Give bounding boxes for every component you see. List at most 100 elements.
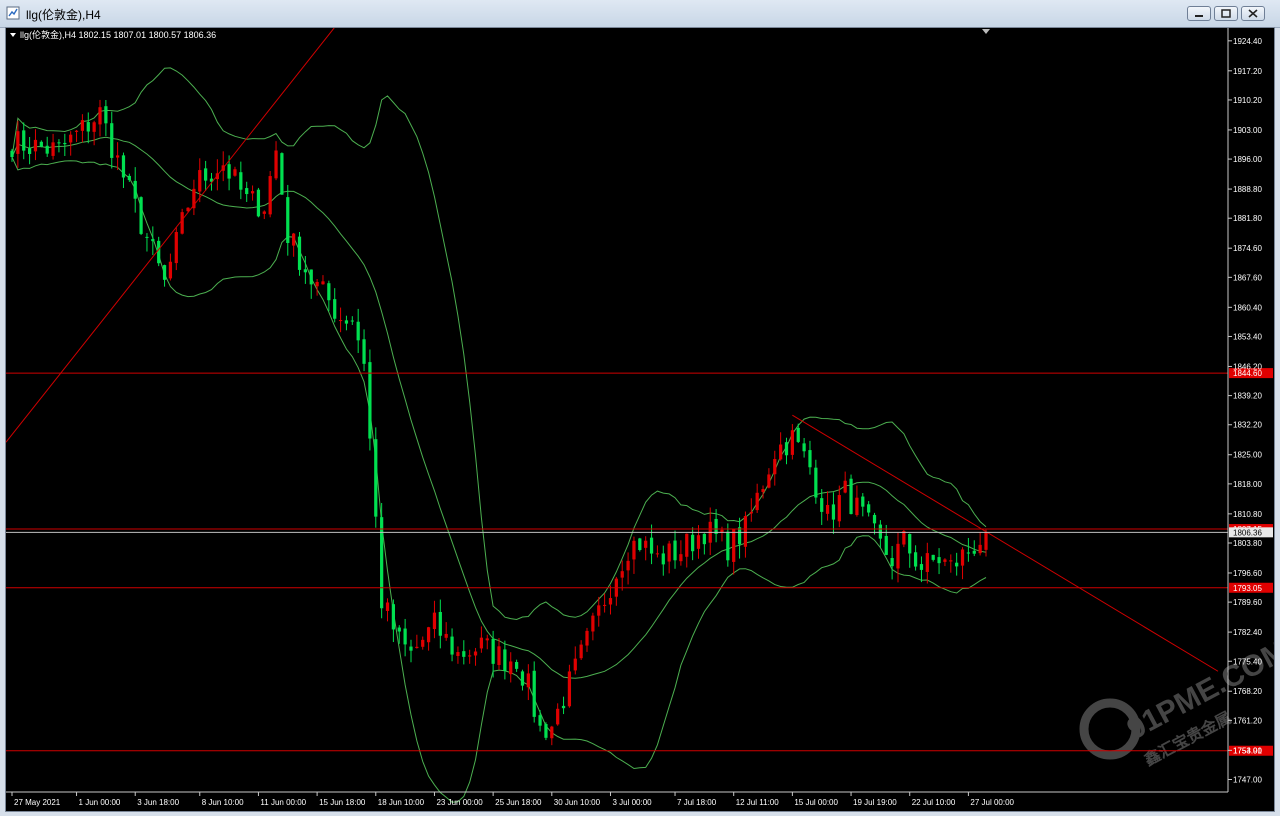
time-tick-label: 3 Jul 00:00 (612, 798, 652, 807)
info-dropdown-icon[interactable] (10, 33, 16, 37)
candle-body (456, 652, 460, 656)
candle-body (984, 532, 988, 550)
candle-body (790, 430, 794, 455)
candle-body (415, 646, 419, 649)
candle-body (39, 141, 43, 147)
candle-body (274, 150, 278, 179)
candle-body (92, 122, 96, 132)
time-tick-label: 12 Jul 11:00 (736, 798, 780, 807)
bollinger-bands (11, 67, 987, 803)
maximize-button[interactable] (1214, 6, 1238, 21)
candle-body (550, 726, 554, 739)
candle-body (544, 724, 548, 738)
close-price-label: 1806.36 (1233, 528, 1262, 537)
candle-body (714, 518, 718, 535)
candle-body (820, 498, 824, 512)
candle-body (110, 123, 114, 158)
candle-body (333, 299, 337, 319)
time-tick-label: 23 Jun 00:00 (436, 798, 483, 807)
price-tick-label: 1796.60 (1233, 569, 1262, 578)
candle-body (925, 553, 929, 572)
candle-body (198, 170, 202, 192)
candle-body (902, 531, 906, 545)
candle-body (397, 627, 401, 632)
time-tick-label: 1 Jun 00:00 (79, 798, 121, 807)
chart-window-icon (6, 6, 20, 20)
level-price-label: 1793.05 (1233, 584, 1262, 593)
candle-body (86, 122, 90, 132)
candle-body (444, 633, 448, 638)
candle-body (174, 232, 178, 264)
candle-body (450, 636, 454, 655)
minimize-button[interactable] (1187, 6, 1211, 21)
candle-body (603, 604, 607, 606)
candle-body (931, 554, 935, 560)
price-tick-label: 1896.00 (1233, 155, 1262, 164)
candle-body (761, 489, 765, 492)
candle-body (532, 670, 536, 717)
candle-body (315, 281, 319, 287)
candle-body (262, 211, 266, 214)
price-tick-label: 1768.20 (1233, 687, 1262, 696)
candle-body (256, 189, 261, 217)
candle-body (380, 517, 384, 609)
chart-window[interactable]: 91PME.COM 鑫汇宝贵金属 1844.601807.151793.0517… (5, 0, 1280, 812)
candle-body (344, 320, 349, 324)
candle-body (732, 529, 736, 562)
candle-body (867, 504, 871, 513)
candle-body (520, 671, 525, 686)
candle-body (913, 552, 918, 567)
price-tick-label: 1754.00 (1233, 746, 1262, 755)
price-chart[interactable]: 91PME.COM 鑫汇宝贵金属 1844.601807.151793.0517… (5, 0, 1280, 811)
candle-body (978, 544, 982, 554)
candle-body (438, 611, 442, 636)
candle-body (51, 142, 55, 156)
price-tick-label: 1747.00 (1233, 776, 1262, 785)
candle-body (755, 492, 759, 511)
chart-info-line: llg(伦敦金),H4 1802.15 1807.01 1800.57 1806… (20, 29, 216, 40)
candle-body (667, 543, 671, 562)
candle-body (526, 673, 530, 688)
candle-body (98, 107, 102, 125)
candle-body (955, 562, 959, 567)
price-tick-label: 1789.60 (1233, 598, 1262, 607)
trend-lines (5, 0, 1219, 672)
candle-body (403, 628, 407, 645)
candle-body (579, 644, 583, 659)
candle-body (861, 496, 865, 507)
time-tick-label: 30 Jun 10:00 (554, 798, 601, 807)
candle-body (743, 516, 748, 547)
candle-body (896, 543, 900, 569)
shift-marker-icon[interactable] (982, 29, 990, 34)
price-tick-label: 1825.00 (1233, 451, 1262, 460)
candle-body (356, 321, 360, 341)
candle-body (16, 131, 20, 154)
candle-body (638, 538, 642, 550)
maximize-icon (1221, 9, 1231, 18)
candle-body (884, 535, 888, 555)
candle-body (802, 443, 806, 452)
time-tick-label: 15 Jul 00:00 (794, 798, 838, 807)
candle-body (280, 153, 284, 195)
candle-body (63, 142, 67, 145)
bollinger-upper-line (11, 67, 987, 621)
candle-body (338, 320, 343, 322)
time-tick-label: 3 Jun 18:00 (137, 798, 179, 807)
candle-body (239, 172, 243, 190)
trend-line (5, 0, 357, 443)
candle-body (321, 281, 325, 285)
candle-body (644, 540, 648, 548)
candle-body (432, 612, 437, 630)
close-button[interactable] (1241, 6, 1265, 21)
price-tick-label: 1860.40 (1233, 303, 1262, 312)
candle-body (69, 134, 73, 143)
price-tick-label: 1818.00 (1233, 480, 1262, 489)
price-tick-label: 1888.80 (1233, 185, 1262, 194)
candle-body (374, 439, 378, 517)
time-tick-label: 27 Jul 00:00 (970, 798, 1014, 807)
candle-body (620, 571, 624, 578)
candle-body (773, 459, 777, 475)
candle-body (157, 240, 161, 264)
candle-body (391, 604, 395, 630)
time-tick-label: 18 Jun 10:00 (378, 798, 425, 807)
